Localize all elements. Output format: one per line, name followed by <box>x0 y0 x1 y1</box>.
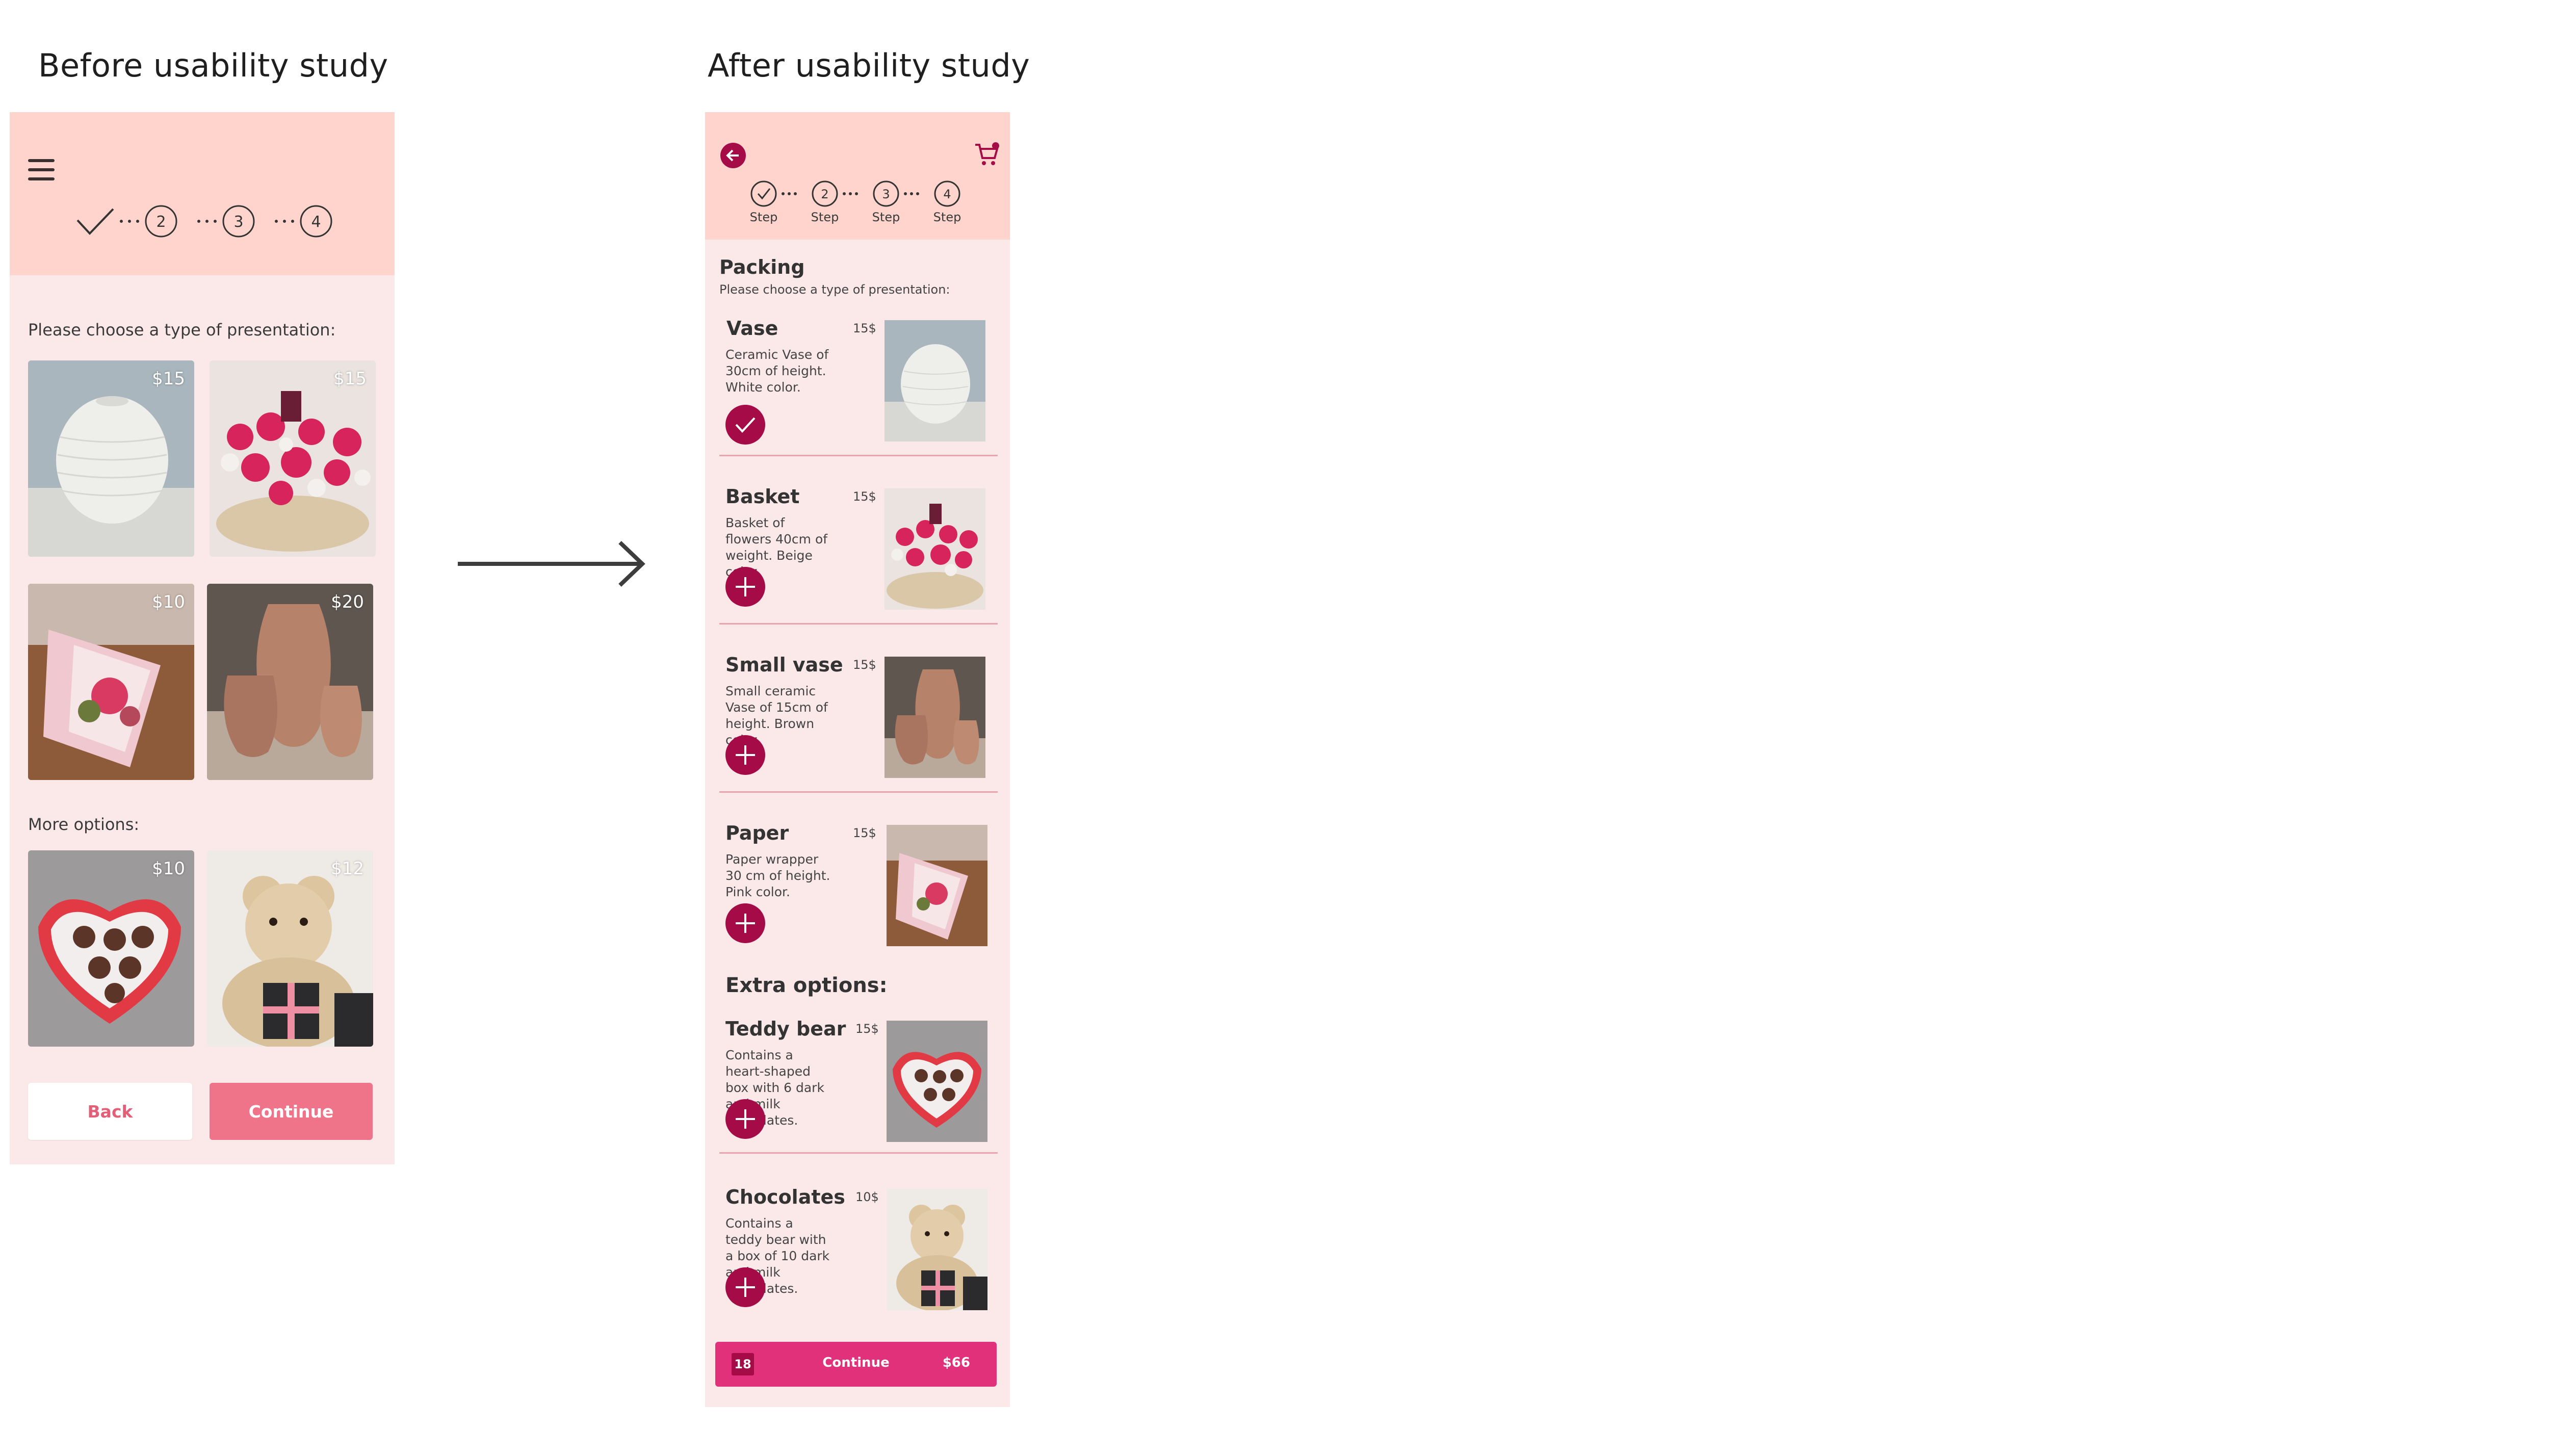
item-paper[interactable]: Paper 15$ Paper wrapper 30 cm of height.… <box>705 822 1010 990</box>
continue-checkout-button[interactable]: 18 Continue $66 <box>715 1342 997 1387</box>
order-total: $66 <box>942 1355 970 1370</box>
hamburger-menu-icon[interactable] <box>28 159 55 180</box>
after-title: After usability study <box>708 47 1030 84</box>
option-price: $15 <box>152 369 185 389</box>
step-1-check-icon <box>757 188 771 200</box>
step-label: Step <box>749 210 778 224</box>
option-price: $20 <box>331 592 364 612</box>
teddy-bear-image <box>207 850 373 1047</box>
step-1-check-icon <box>76 208 114 235</box>
after-header: 2 3 4 Step Step Step Step <box>705 112 1010 240</box>
item-chocolates[interactable]: Chocolates 10$ Contains a teddy bear wit… <box>705 1186 1010 1354</box>
item-name: Vase <box>726 317 778 340</box>
continue-button[interactable]: Continue <box>210 1083 373 1140</box>
before-header: 2 3 4 <box>10 112 395 275</box>
basket-image <box>210 360 376 557</box>
paper-wrap-image <box>28 584 194 780</box>
item-small-vase[interactable]: Small vase 15$ Small ceramic Vase of 15c… <box>705 654 1010 822</box>
presentation-prompt: Please choose a type of presentation: <box>719 282 950 297</box>
add-plus-icon[interactable] <box>725 1267 765 1307</box>
option-vase-tile[interactable]: $15 <box>28 360 194 557</box>
option-basket-tile[interactable]: $15 <box>210 360 376 557</box>
item-description: Ceramic Vase of 30cm of height. White co… <box>725 347 829 395</box>
option-teddy-bear-tile[interactable]: $12 <box>207 850 373 1047</box>
item-vase[interactable]: Vase 15$ Ceramic Vase of 30cm of height.… <box>705 317 1010 485</box>
item-basket[interactable]: Basket 15$ Basket of flowers 40cm of wei… <box>705 485 1010 654</box>
item-price: 15$ <box>853 658 876 672</box>
before-screen: 2 3 4 Please choose a type of presentati… <box>10 112 395 1164</box>
more-options-label: More options: <box>28 815 140 834</box>
item-teddy-bear[interactable]: Teddy bear 15$ Contains a heart-shaped b… <box>705 1018 1010 1186</box>
option-small-vase-tile[interactable]: $20 <box>207 584 373 780</box>
item-price: 15$ <box>855 1022 879 1036</box>
item-divider <box>719 1152 998 1154</box>
item-name: Small vase <box>725 654 843 676</box>
item-name: Basket <box>725 485 800 508</box>
chocolate-box-thumbnail <box>887 1021 987 1142</box>
item-price: 15$ <box>853 489 876 504</box>
cart-icon[interactable] <box>973 141 1000 167</box>
item-divider <box>719 623 998 625</box>
step-4-number: 4 <box>943 187 951 201</box>
add-plus-icon[interactable] <box>725 1099 765 1139</box>
item-price: 10$ <box>855 1190 879 1204</box>
step-label: Step <box>811 210 839 224</box>
item-price: 15$ <box>853 321 876 335</box>
option-chocolates-tile[interactable]: $10 <box>28 850 194 1047</box>
small-vase-image <box>207 584 373 780</box>
back-button[interactable]: Back <box>28 1083 192 1140</box>
after-screen: 2 3 4 Step Step Step Step Packing Please… <box>705 112 1010 1407</box>
step-2-number: 2 <box>156 213 166 231</box>
packing-title: Packing <box>719 256 805 278</box>
progress-stepper: 2 3 4 <box>750 180 960 207</box>
option-price: $12 <box>331 859 364 879</box>
selected-check-icon[interactable] <box>725 405 765 445</box>
chocolate-box-image <box>28 850 194 1047</box>
progress-stepper: 2 3 4 <box>76 205 332 238</box>
back-arrow-icon[interactable] <box>720 143 746 168</box>
step-4-number: 4 <box>311 213 321 231</box>
right-arrow-icon <box>458 541 645 587</box>
option-price: $10 <box>152 859 185 879</box>
add-plus-icon[interactable] <box>725 735 765 775</box>
item-divider <box>719 455 998 456</box>
item-divider <box>719 791 998 793</box>
option-paper-tile[interactable]: $10 <box>28 584 194 780</box>
before-title: Before usability study <box>38 47 388 84</box>
add-plus-icon[interactable] <box>725 567 765 607</box>
item-name: Teddy bear <box>725 1018 846 1040</box>
step-label: Step <box>933 210 961 224</box>
item-description: Paper wrapper 30 cm of height. Pink colo… <box>725 852 830 899</box>
step-3-number: 3 <box>882 187 890 201</box>
paper-thumbnail <box>887 825 987 946</box>
item-name: Paper <box>725 822 789 844</box>
step-3-number: 3 <box>233 213 243 231</box>
vase-image <box>28 360 194 557</box>
presentation-prompt: Please choose a type of presentation: <box>28 320 336 340</box>
extra-options-title: Extra options: <box>725 974 888 997</box>
step-label: Step <box>872 210 900 224</box>
small-vase-thumbnail <box>885 657 985 778</box>
add-plus-icon[interactable] <box>725 903 765 943</box>
item-price: 15$ <box>853 826 876 840</box>
teddy-bear-thumbnail <box>887 1189 987 1310</box>
item-name: Chocolates <box>725 1186 845 1208</box>
vase-thumbnail <box>885 320 985 441</box>
option-price: $15 <box>333 369 367 389</box>
option-price: $10 <box>152 592 185 612</box>
step-2-number: 2 <box>821 187 828 201</box>
basket-thumbnail <box>885 488 985 610</box>
